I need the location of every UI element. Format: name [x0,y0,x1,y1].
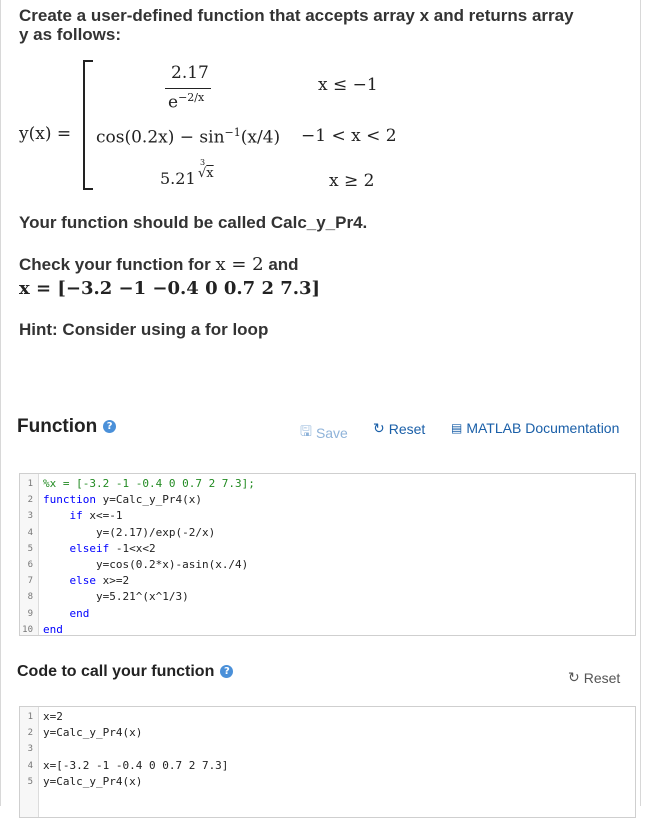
function-section-title: Function? [17,416,117,438]
left-frame-border [0,0,1,806]
code-text: y=Calc_y_Pr4(x) [43,774,143,788]
line-number: 2 [27,495,33,506]
help-icon[interactable]: ? [220,665,234,679]
case2-condition: −1 < x < 2 [301,126,397,146]
code-text: end [69,606,90,620]
equation-lhs: y(x) = [19,124,72,144]
code-line[interactable]: 3 [20,741,635,757]
case3-radical: √x [198,166,214,181]
equation-bracket [83,60,93,190]
case3-coefficient: 5.21 [160,169,196,188]
matlab-documentation-link[interactable]: ▤ MATLAB Documentation [451,420,619,436]
code-line[interactable]: 7 else x>=2 [20,573,635,589]
line-number: 3 [27,511,33,522]
code-text: end [43,622,63,636]
line-number: 6 [27,559,33,570]
reset-icon: ↻ [373,421,385,437]
check-instruction: Check your function for x = 2 and [19,254,299,275]
save-button[interactable]: 🖫 Save [300,421,348,445]
reset-icon: ↻ [568,670,580,686]
reset-call-button[interactable]: ↻ Reset [568,670,620,686]
line-number: 4 [27,527,33,538]
case3-condition: x ≥ 2 [329,171,375,191]
code-line[interactable]: 6 y=cos(0.2*x)-asin(x./4) [20,557,635,573]
line-number: 2 [27,728,33,739]
code-text: x=2 [43,710,63,723]
line-number: 7 [27,576,33,587]
code-text: %x = [-3.2 -1 -0.4 0 0.7 2 7.3]; [43,477,255,490]
code-text: if x<=-1 [69,509,123,523]
code-text: else x>=2 [69,574,130,588]
code-line[interactable]: 4 x=[-3.2 -1 -0.4 0 0.7 2 7.3] [20,758,635,774]
function-code-editor[interactable]: 1 %x = [-3.2 -1 -0.4 0 0.7 2 7.3]; 2 functi… [19,473,636,636]
case1-numerator: 2.17 [171,63,209,83]
code-line[interactable]: 4 y=(2.17)/exp(-2/x) [20,525,635,541]
code-line[interactable]: 5 y=Calc_y_Pr4(x) [20,774,635,790]
code-text: y=(2.17)/exp(-2/x) [95,525,216,539]
call-section-title: Code to call your function? [17,663,234,681]
book-icon: ▤ [451,421,463,435]
call-code-editor[interactable]: 1 x=2 2 y=Calc_y_Pr4(x) 3 4 x=[-3.2 -1 -0.4 0 … [19,706,636,818]
code-line[interactable]: 5 elseif -1<x<2 [20,541,635,557]
check-array: x = [−3.2 −1 −0.4 0 0.7 2 7.3] [19,278,321,299]
reset-function-button[interactable]: ↻ Reset [373,421,425,437]
code-line[interactable]: 2 y=Calc_y_Pr4(x) [20,725,635,741]
line-number: 1 [27,479,33,489]
code-text: y=cos(0.2*x)-asin(x./4) [95,557,249,571]
line-number: 5 [27,543,33,554]
line-number: 1 [27,712,33,722]
help-icon[interactable]: ? [103,420,117,434]
code-line[interactable]: 1 %x = [-3.2 -1 -0.4 0 0.7 2 7.3]; [20,476,635,492]
hint-text: Hint: Consider using a for loop [19,320,269,339]
code-line[interactable]: 3 if x<=-1 [20,508,635,524]
code-line[interactable]: 10 end [20,622,635,636]
code-text: elseif -1<x<2 [69,541,156,555]
function-name-instruction: Your function should be called Calc_y_Pr… [19,213,368,232]
case2-expression: cos(0.2x) − sin−1(x/4) [96,126,281,148]
line-number: 9 [27,608,33,619]
line-number: 5 [27,776,33,787]
problem-title: Create a user-defined function that acce… [19,6,574,44]
case1-denominator: e−2/x [168,91,205,113]
line-number: 10 [22,624,33,635]
case1-condition: x ≤ −1 [318,75,378,95]
code-line[interactable]: 1 x=2 [20,709,635,725]
code-text: y=5.21^(x^1/3) [95,590,189,604]
line-number: 8 [27,592,33,603]
code-line[interactable]: 9 end [20,606,635,622]
code-line[interactable]: 2 function y=Calc_y_Pr4(x) [20,492,635,508]
code-line[interactable]: 8 y=5.21^(x^1/3) [20,589,635,605]
save-icon: 🖫 [300,424,312,440]
line-number: 4 [27,760,33,771]
code-text: y=Calc_y_Pr4(x) [43,726,143,740]
code-text: x=[-3.2 -1 -0.4 0 0.7 2 7.3] [43,758,229,772]
right-frame-border [640,0,641,806]
line-number: 3 [27,744,33,755]
case1-fraction-bar [165,88,211,89]
code-text: function y=Calc_y_Pr4(x) [43,493,202,507]
